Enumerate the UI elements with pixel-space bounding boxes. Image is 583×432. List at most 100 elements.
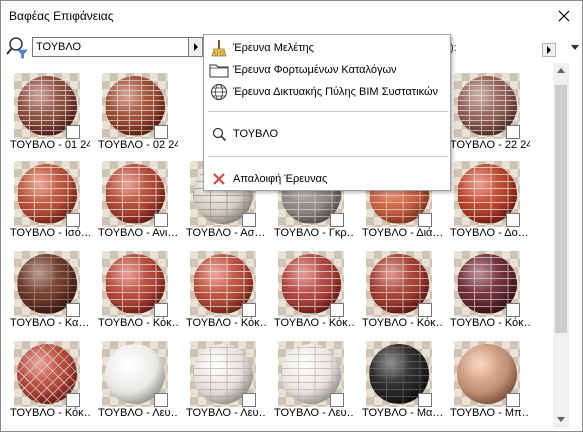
scroll-thumb[interactable] [555, 85, 567, 333]
material-select-checkbox[interactable] [66, 125, 80, 139]
menu-item-search-project[interactable]: Έρευνα Μελέτης [206, 37, 449, 58]
menu-item-search-bim-portal[interactable]: Έρευνα Δικτυακής Πύλης BIM Συστατικών [206, 81, 449, 102]
material-label: ΤΟΥΒΛΟ - Κόκ… [186, 317, 266, 329]
material-label: ΤΟΥΒΛΟ - Ασ… [186, 227, 266, 239]
material-tile[interactable]: ΤΟΥΒΛΟ - 02 24 [94, 63, 178, 153]
menu-separator [208, 156, 448, 157]
material-label: ΤΟΥΒΛΟ - Κόκ… [10, 407, 90, 419]
search-options-popup: Έρευνα Μελέτης Έρευνα Φορτωμένων Καταλόγ… [203, 34, 451, 191]
material-select-checkbox[interactable] [242, 393, 256, 407]
material-select-checkbox[interactable] [418, 213, 432, 227]
material-preview [14, 73, 80, 139]
material-label: ΤΟΥΒΛΟ - Διά… [362, 227, 442, 239]
material-label: ΤΟΥΒΛΟ - Μπ… [450, 407, 530, 419]
material-preview [454, 341, 520, 407]
material-select-checkbox[interactable] [154, 213, 168, 227]
chevron-right-icon [547, 46, 551, 54]
material-label: ΤΟΥΒΛΟ - Λευ… [274, 407, 354, 419]
material-select-checkbox[interactable] [154, 125, 168, 139]
close-button[interactable] [546, 1, 582, 31]
vertical-scrollbar[interactable] [553, 63, 569, 428]
material-preview [454, 73, 520, 139]
material-label: ΤΟΥΒΛΟ - Λευ… [186, 407, 266, 419]
material-select-checkbox[interactable] [418, 303, 432, 317]
chevron-up-icon [557, 68, 565, 73]
partial-label: ): [450, 42, 457, 54]
material-preview [14, 161, 80, 227]
menu-item-label: ΤΟΥΒΛΟ [233, 127, 279, 140]
material-select-checkbox[interactable] [66, 393, 80, 407]
material-select-checkbox[interactable] [242, 213, 256, 227]
material-select-checkbox[interactable] [330, 393, 344, 407]
material-select-checkbox[interactable] [66, 303, 80, 317]
x-icon [208, 169, 230, 189]
scroll-right-button[interactable] [542, 43, 556, 57]
material-preview [14, 341, 80, 407]
material-preview [366, 341, 432, 407]
search-options-button[interactable] [189, 37, 203, 57]
material-tile[interactable]: ΤΟΥΒΛΟ - Κόκ… [6, 331, 90, 421]
material-preview [14, 251, 80, 317]
material-select-checkbox[interactable] [330, 303, 344, 317]
material-select-checkbox[interactable] [66, 213, 80, 227]
material-preview [102, 73, 168, 139]
menu-item-label: Έρευνα Φορτωμένων Καταλόγων [233, 63, 397, 76]
menu-item-search-loaded-libraries[interactable]: Έρευνα Φορτωμένων Καταλόγων [206, 59, 449, 80]
material-tile[interactable]: ΤΟΥΒΛΟ - Κα… [6, 241, 90, 331]
material-tile[interactable]: ΤΟΥΒΛΟ - 22 24 [446, 63, 530, 153]
material-tile[interactable]: ΤΟΥΒΛΟ - 01 24 [6, 63, 90, 153]
material-tile[interactable]: ΤΟΥΒΛΟ - Ισό… [6, 151, 90, 241]
menu-item-recent-search[interactable]: ΤΟΥΒΛΟ [206, 123, 449, 144]
surface-painter-window: Βαφέας Επιφάνειας ): [0, 0, 583, 432]
material-label: ΤΟΥΒΛΟ - 02 24 [98, 139, 178, 151]
panel-menu-button[interactable] [570, 43, 580, 53]
material-label: ΤΟΥΒΛΟ - Γκρ… [274, 227, 354, 239]
material-tile[interactable]: ΤΟΥΒΛΟ - Κόκ… [270, 241, 354, 331]
material-tile[interactable]: ΤΟΥΒΛΟ - Λευ… [94, 331, 178, 421]
broom-icon [208, 38, 230, 58]
material-preview [366, 251, 432, 317]
material-tile[interactable]: ΤΟΥΒΛΟ - Κόκ… [358, 241, 442, 331]
material-tile[interactable]: ΤΟΥΒΛΟ - Κόκ… [94, 241, 178, 331]
material-tile[interactable]: ΤΟΥΒΛΟ - Κόκ… [182, 241, 266, 331]
scroll-up-button[interactable] [553, 63, 569, 79]
material-select-checkbox[interactable] [506, 213, 520, 227]
material-select-checkbox[interactable] [154, 393, 168, 407]
material-tile[interactable]: ΤΟΥΒΛΟ - Μπ… [446, 331, 530, 421]
material-label: ΤΟΥΒΛΟ - Κα… [10, 317, 90, 329]
material-preview [102, 251, 168, 317]
material-tile[interactable]: ΤΟΥΒΛΟ - Δο… [446, 151, 530, 241]
material-tile[interactable]: ΤΟΥΒΛΟ - Ανι… [94, 151, 178, 241]
material-tile[interactable]: ΤΟΥΒΛΟ - Λευ… [182, 331, 266, 421]
material-select-checkbox[interactable] [242, 303, 256, 317]
material-select-checkbox[interactable] [330, 213, 344, 227]
search-filter-button[interactable] [5, 35, 29, 59]
title-bar: Βαφέας Επιφάνειας [1, 1, 582, 31]
material-preview [454, 161, 520, 227]
close-icon [558, 10, 570, 22]
material-label: ΤΟΥΒΛΟ - Κόκ… [274, 317, 354, 329]
material-select-checkbox[interactable] [506, 303, 520, 317]
chevron-down-icon [571, 45, 579, 50]
material-label: ΤΟΥΒΛΟ - Μα… [362, 407, 442, 419]
material-preview [454, 251, 520, 317]
material-select-checkbox[interactable] [154, 303, 168, 317]
menu-item-clear-search[interactable]: Απαλοιφή Έρευνας [206, 168, 449, 189]
search-input[interactable] [32, 37, 189, 57]
material-tile[interactable]: ΤΟΥΒΛΟ - Κόκ… [446, 241, 530, 331]
material-tile[interactable]: ΤΟΥΒΛΟ - Λευ… [270, 331, 354, 421]
material-tile[interactable]: ΤΟΥΒΛΟ - Μα… [358, 331, 442, 421]
material-select-checkbox[interactable] [506, 393, 520, 407]
window-title: Βαφέας Επιφάνειας [9, 9, 114, 23]
search-filter-icon [6, 37, 28, 59]
material-label: ΤΟΥΒΛΟ - Λευ… [98, 407, 178, 419]
material-select-checkbox[interactable] [506, 125, 520, 139]
scroll-down-button[interactable] [553, 412, 569, 428]
material-preview [190, 341, 256, 407]
material-preview [190, 251, 256, 317]
material-select-checkbox[interactable] [418, 393, 432, 407]
globe-icon [208, 82, 230, 102]
chevron-right-icon [193, 43, 198, 51]
material-label: ΤΟΥΒΛΟ - Κόκ… [450, 317, 530, 329]
magnifier-icon [208, 124, 230, 144]
